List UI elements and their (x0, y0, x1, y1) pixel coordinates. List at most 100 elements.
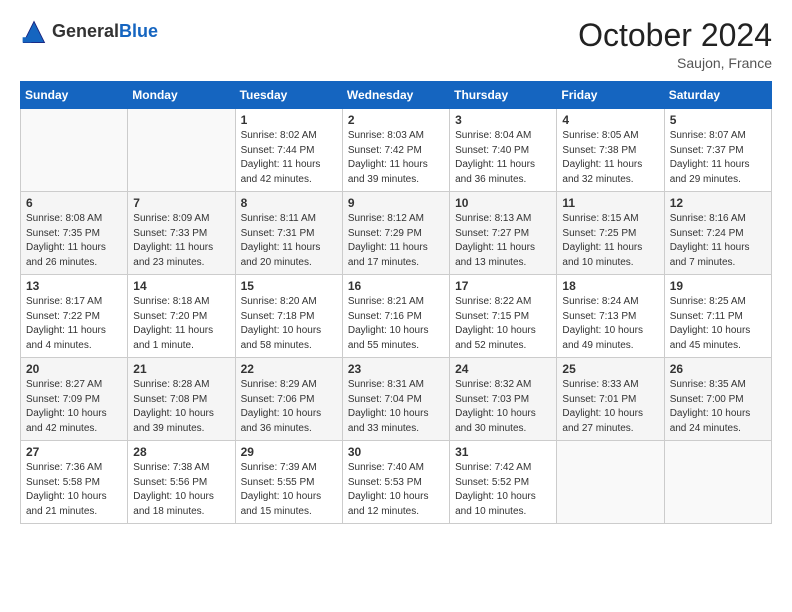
table-row: 28 Sunrise: 7:38 AMSunset: 5:56 PMDayligh… (128, 441, 235, 524)
table-row: 5 Sunrise: 8:07 AMSunset: 7:37 PMDaylight… (664, 109, 771, 192)
day-info: Sunrise: 8:05 AMSunset: 7:38 PMDaylight:… (562, 129, 658, 187)
day-info: Sunrise: 7:40 AMSunset: 5:53 PMDaylight:… (348, 461, 444, 519)
day-number: 21 (133, 362, 229, 376)
calendar-week-row: 1 Sunrise: 8:02 AMSunset: 7:44 PMDaylight… (21, 109, 772, 192)
day-info: Sunrise: 8:17 AMSunset: 7:22 PMDaylight:… (26, 295, 122, 353)
table-row (21, 109, 128, 192)
day-number: 12 (670, 196, 766, 210)
table-row: 25 Sunrise: 8:33 AMSunset: 7:01 PMDayligh… (557, 358, 664, 441)
day-info: Sunrise: 8:16 AMSunset: 7:24 PMDaylight:… (670, 212, 766, 270)
logo-blue-text: Blue (119, 21, 158, 41)
table-row: 10Sunrise: 8:13 AMSunset: 7:27 PMDayligh… (450, 192, 557, 275)
day-number: 19 (670, 279, 766, 293)
table-row (128, 109, 235, 192)
day-info: Sunrise: 8:09 AMSunset: 7:33 PMDaylight:… (133, 212, 229, 270)
table-row: 16Sunrise: 8:21 AMSunset: 7:16 PMDayligh… (342, 275, 449, 358)
day-info: Sunrise: 7:42 AMSunset: 5:52 PMDaylight:… (455, 461, 551, 519)
table-row: 15 Sunrise: 8:20 AMSunset: 7:18 PMDayligh… (235, 275, 342, 358)
day-info: Sunrise: 8:33 AMSunset: 7:01 PMDaylight:… (562, 378, 658, 436)
table-row: 31 Sunrise: 7:42 AMSunset: 5:52 PMDayligh… (450, 441, 557, 524)
day-number: 25 (562, 362, 658, 376)
calendar-week-row: 13 Sunrise: 8:17 AMSunset: 7:22 PMDayligh… (21, 275, 772, 358)
header: GeneralBlue October 2024 Saujon, France (20, 18, 772, 71)
day-info: Sunrise: 8:08 AMSunset: 7:35 PMDaylight:… (26, 212, 122, 270)
day-number: 22 (241, 362, 337, 376)
col-sunday: Sunday (21, 82, 128, 109)
table-row: 4 Sunrise: 8:05 AMSunset: 7:38 PMDaylight… (557, 109, 664, 192)
table-row: 23 Sunrise: 8:31 AMSunset: 7:04 PMDayligh… (342, 358, 449, 441)
table-row: 18Sunrise: 8:24 AMSunset: 7:13 PMDayligh… (557, 275, 664, 358)
table-row: 12 Sunrise: 8:16 AMSunset: 7:24 PMDayligh… (664, 192, 771, 275)
day-info: Sunrise: 8:03 AMSunset: 7:42 PMDaylight:… (348, 129, 444, 187)
day-info: Sunrise: 8:27 AMSunset: 7:09 PMDaylight:… (26, 378, 122, 436)
day-number: 14 (133, 279, 229, 293)
table-row: 24Sunrise: 8:32 AMSunset: 7:03 PMDayligh… (450, 358, 557, 441)
day-info: Sunrise: 8:20 AMSunset: 7:18 PMDaylight:… (241, 295, 337, 353)
day-number: 10 (455, 196, 551, 210)
day-number: 11 (562, 196, 658, 210)
day-number: 3 (455, 113, 551, 127)
col-monday: Monday (128, 82, 235, 109)
day-number: 15 (241, 279, 337, 293)
table-row: 30Sunrise: 7:40 AMSunset: 5:53 PMDayligh… (342, 441, 449, 524)
col-wednesday: Wednesday (342, 82, 449, 109)
table-row: 27Sunrise: 7:36 AMSunset: 5:58 PMDayligh… (21, 441, 128, 524)
col-saturday: Saturday (664, 82, 771, 109)
table-row: 13 Sunrise: 8:17 AMSunset: 7:22 PMDayligh… (21, 275, 128, 358)
day-info: Sunrise: 8:31 AMSunset: 7:04 PMDaylight:… (348, 378, 444, 436)
day-number: 7 (133, 196, 229, 210)
day-info: Sunrise: 8:04 AMSunset: 7:40 PMDaylight:… (455, 129, 551, 187)
table-row: 8Sunrise: 8:11 AMSunset: 7:31 PMDaylight… (235, 192, 342, 275)
day-number: 9 (348, 196, 444, 210)
calendar-week-row: 27Sunrise: 7:36 AMSunset: 5:58 PMDayligh… (21, 441, 772, 524)
month-title: October 2024 (578, 18, 772, 53)
day-info: Sunrise: 8:15 AMSunset: 7:25 PMDaylight:… (562, 212, 658, 270)
day-info: Sunrise: 8:32 AMSunset: 7:03 PMDaylight:… (455, 378, 551, 436)
calendar-header-row: Sunday Monday Tuesday Wednesday Thursday… (21, 82, 772, 109)
location: Saujon, France (578, 55, 772, 71)
logo-icon (20, 18, 48, 46)
calendar-week-row: 6 Sunrise: 8:08 AMSunset: 7:35 PMDaylight… (21, 192, 772, 275)
logo: GeneralBlue (20, 18, 158, 46)
day-number: 2 (348, 113, 444, 127)
day-info: Sunrise: 7:39 AMSunset: 5:55 PMDaylight:… (241, 461, 337, 519)
day-number: 1 (241, 113, 337, 127)
col-thursday: Thursday (450, 82, 557, 109)
day-info: Sunrise: 8:29 AMSunset: 7:06 PMDaylight:… (241, 378, 337, 436)
day-number: 28 (133, 445, 229, 459)
col-tuesday: Tuesday (235, 82, 342, 109)
day-number: 13 (26, 279, 122, 293)
logo-general-text: General (52, 21, 119, 41)
day-info: Sunrise: 8:12 AMSunset: 7:29 PMDaylight:… (348, 212, 444, 270)
day-number: 6 (26, 196, 122, 210)
day-info: Sunrise: 7:36 AMSunset: 5:58 PMDaylight:… (26, 461, 122, 519)
day-number: 16 (348, 279, 444, 293)
table-row (557, 441, 664, 524)
logo-text: GeneralBlue (52, 22, 158, 42)
table-row: 29 Sunrise: 7:39 AMSunset: 5:55 PMDayligh… (235, 441, 342, 524)
day-info: Sunrise: 8:35 AMSunset: 7:00 PMDaylight:… (670, 378, 766, 436)
day-number: 20 (26, 362, 122, 376)
day-number: 8 (241, 196, 337, 210)
table-row: 6 Sunrise: 8:08 AMSunset: 7:35 PMDaylight… (21, 192, 128, 275)
table-row: 26Sunrise: 8:35 AMSunset: 7:00 PMDayligh… (664, 358, 771, 441)
calendar-table: Sunday Monday Tuesday Wednesday Thursday… (20, 81, 772, 524)
table-row: 1 Sunrise: 8:02 AMSunset: 7:44 PMDaylight… (235, 109, 342, 192)
day-number: 5 (670, 113, 766, 127)
table-row: 21Sunrise: 8:28 AMSunset: 7:08 PMDayligh… (128, 358, 235, 441)
day-number: 31 (455, 445, 551, 459)
day-number: 29 (241, 445, 337, 459)
day-number: 4 (562, 113, 658, 127)
table-row: 2 Sunrise: 8:03 AMSunset: 7:42 PMDaylight… (342, 109, 449, 192)
day-info: Sunrise: 8:18 AMSunset: 7:20 PMDaylight:… (133, 295, 229, 353)
title-block: October 2024 Saujon, France (578, 18, 772, 71)
table-row: 3 Sunrise: 8:04 AMSunset: 7:40 PMDaylight… (450, 109, 557, 192)
table-row: 20 Sunrise: 8:27 AMSunset: 7:09 PMDayligh… (21, 358, 128, 441)
day-info: Sunrise: 7:38 AMSunset: 5:56 PMDaylight:… (133, 461, 229, 519)
day-info: Sunrise: 8:07 AMSunset: 7:37 PMDaylight:… (670, 129, 766, 187)
day-info: Sunrise: 8:02 AMSunset: 7:44 PMDaylight:… (241, 129, 337, 187)
day-number: 23 (348, 362, 444, 376)
calendar-week-row: 20 Sunrise: 8:27 AMSunset: 7:09 PMDayligh… (21, 358, 772, 441)
page: GeneralBlue October 2024 Saujon, France … (0, 0, 792, 612)
table-row: 7 Sunrise: 8:09 AMSunset: 7:33 PMDaylight… (128, 192, 235, 275)
